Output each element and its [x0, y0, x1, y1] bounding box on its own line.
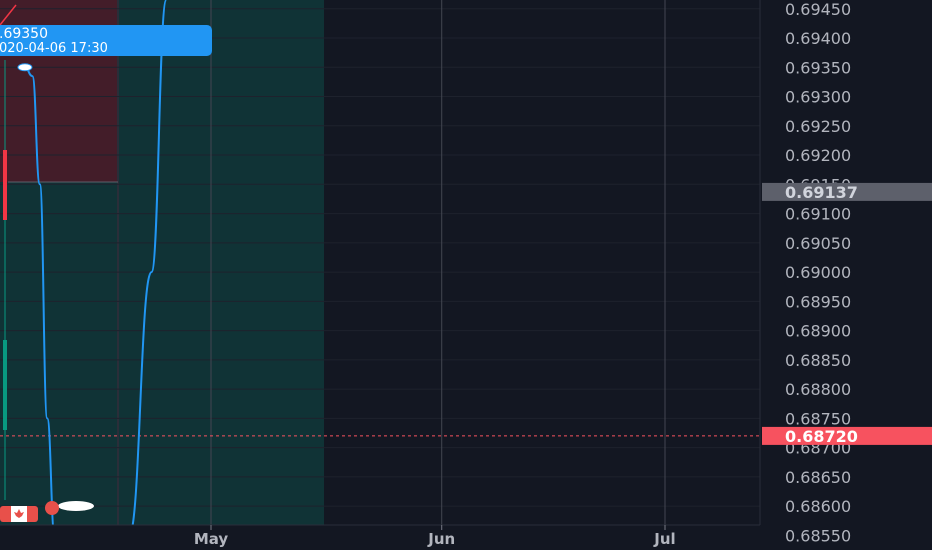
price-tag-red-label: 0.68720	[785, 427, 858, 446]
chart-container[interactable]: .69350 020-04-06 17:30 0.69450 0.69400 0.6…	[0, 0, 932, 550]
price-tooltip: .69350 020-04-06 17:30	[0, 25, 212, 56]
y-tick-label: 0.69350	[785, 58, 851, 77]
y-tick-label: 0.69100	[785, 205, 851, 224]
y-tick-label: 0.68600	[785, 497, 851, 516]
current-price-tag: 0.68720	[762, 426, 932, 446]
tooltip-date: 020-04-06 17:30	[0, 41, 108, 56]
question-bubble-icon[interactable]	[58, 501, 94, 511]
price-chart[interactable]: .69350 020-04-06 17:30 0.69450 0.69400 0.6…	[0, 0, 932, 550]
y-tick-label: 0.68800	[785, 380, 851, 399]
take-profit-zone-extension[interactable]	[118, 0, 324, 525]
y-tick-label: 0.68900	[785, 322, 851, 341]
series-point-marker[interactable]	[17, 63, 33, 72]
y-tick-label: 0.68650	[785, 468, 851, 487]
y-tick-label: 0.69050	[785, 234, 851, 253]
take-profit-zone[interactable]	[0, 182, 118, 525]
event-dot-icon[interactable]	[45, 501, 59, 515]
y-tick-label: 0.69450	[785, 0, 851, 19]
y-tick-label: 0.69250	[785, 117, 851, 136]
y-tick-label: 0.68750	[785, 409, 851, 428]
last-price-tag: 0.69137	[762, 182, 932, 202]
x-tick-label: Jul	[653, 530, 675, 548]
time-axis-panel[interactable]	[0, 525, 760, 550]
y-tick-label: 0.69000	[785, 263, 851, 282]
y-tick-label: 0.69400	[785, 29, 851, 48]
y-tick-label: 0.69200	[785, 146, 851, 165]
price-tag-gray-label: 0.69137	[785, 183, 858, 202]
tooltip-value: .69350	[0, 26, 48, 42]
x-tick-label: Jun	[427, 530, 455, 548]
y-tick-label: 0.68850	[785, 351, 851, 370]
position-zones[interactable]	[0, 0, 324, 525]
y-tick-label: 0.68550	[785, 526, 851, 545]
y-tick-label: 0.69300	[785, 88, 851, 107]
x-tick-label: May	[194, 530, 229, 548]
y-tick-label: 0.68950	[785, 292, 851, 311]
